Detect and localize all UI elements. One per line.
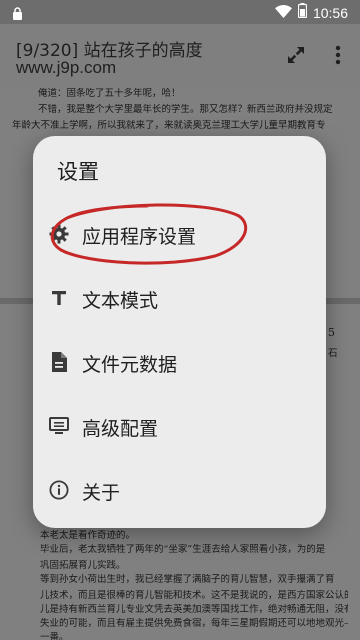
dialog-title: 设置 (57, 160, 99, 184)
doc-line: 毕业后，老太我牺牲了两年的“坐家”生涯去给人家照看小孩，为的是 (40, 544, 326, 555)
more-vert-icon (335, 45, 341, 65)
settings-dialog: 设置 应用程序设置 文本模式 文件元数据 高级配置 关于 (33, 136, 326, 528)
doc-line: 俺道：固条吃了五十多年呢，哈！ (38, 88, 181, 99)
menu-item-label: 应用程序设置 (82, 225, 197, 248)
menu-item-advanced-config[interactable]: 高级配置 (33, 395, 326, 459)
menu-item-about[interactable]: 关于 (33, 459, 326, 523)
menu-item-app-settings[interactable]: 应用程序设置 (33, 203, 326, 267)
lock-icon (12, 5, 23, 24)
doc-line: 等到孙女小荷出生时，我已经掌握了满脑子的育儿智慧，双手攥满了育 (40, 574, 335, 585)
document-icon (48, 351, 70, 373)
menu-item-label: 关于 (82, 481, 121, 504)
gear-icon (48, 223, 70, 245)
monitor-settings-icon (48, 415, 70, 437)
doc-line: 儿是持有新西兰育儿专业文凭去英美加澳等国找工作，绝对畅通无阻，没有 (40, 604, 348, 615)
status-bar: 10:56 (0, 0, 360, 24)
doc-line: 巩固拓展育儿实践。 (40, 560, 126, 571)
doc-line: 失业的可能，而且有雇主提供免费食宿，每年三星期假期还可以地地观光— (40, 618, 348, 629)
menu-item-label: 文本模式 (82, 289, 159, 312)
fullscreen-icon (288, 47, 304, 63)
wifi-icon (274, 3, 292, 22)
doc-line: 儿技术，而且是很棒的育儿智能和技术。这不是我说的，是西方国家公认的， (40, 590, 348, 601)
menu-item-file-metadata[interactable]: 文件元数据 (33, 331, 326, 395)
info-icon (48, 479, 70, 501)
more-options-button[interactable] (326, 42, 350, 68)
doc-line: 本老太是看作奇迹的。 (40, 530, 136, 541)
menu-item-label: 高级配置 (82, 417, 159, 440)
menu-item-text-mode[interactable]: 文本模式 (33, 267, 326, 331)
page-edge-mark: 石 (328, 348, 338, 359)
text-icon (48, 287, 70, 309)
book-source: www.j9p.com (16, 58, 117, 77)
battery-icon (297, 3, 308, 22)
app-bar: [9/320] 站在孩子的高度 www.j9p.com (0, 24, 360, 86)
fullscreen-button[interactable] (283, 42, 309, 68)
status-time: 10:56 (312, 4, 348, 21)
menu-item-label: 文件元数据 (82, 353, 178, 376)
doc-line: 一番。 (40, 632, 69, 640)
doc-line: 年龄大不准上学啊，所以我就来了，来就读奥克兰理工大学儿童早期教育专 (12, 120, 326, 131)
doc-line: 不错，我是整个大学里最年长的学生。那又怎样？新西兰政府并没规定 (38, 104, 333, 115)
page-edge-mark: 5 (328, 327, 335, 339)
